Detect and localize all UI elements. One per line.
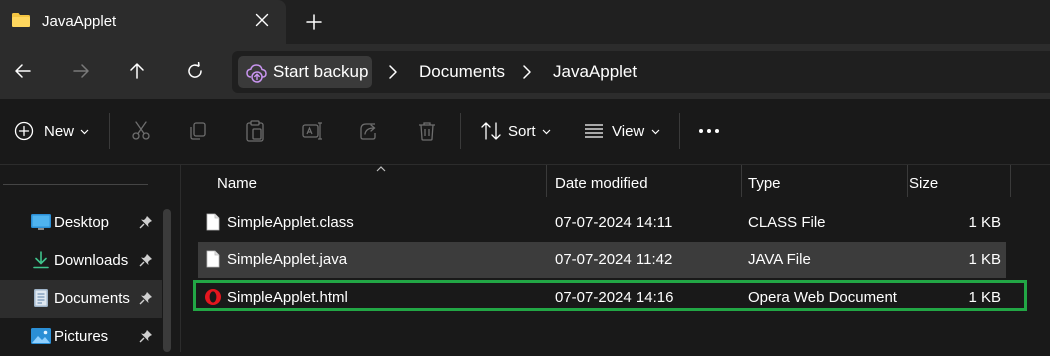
new-button[interactable]: New <box>8 113 94 149</box>
start-backup-label: Start backup <box>273 62 369 81</box>
refresh-button[interactable] <box>178 54 212 88</box>
file-list-header: Name Date modified Type Size <box>198 165 1050 202</box>
cut-button[interactable] <box>124 113 158 149</box>
sidebar-item-pictures[interactable]: Pictures <box>0 318 162 356</box>
copy-button[interactable] <box>181 113 215 149</box>
column-header-date[interactable]: Date modified <box>536 165 741 202</box>
sort-label: Sort <box>508 123 536 140</box>
more-options-button[interactable] <box>692 113 726 149</box>
pin-icon <box>139 216 152 229</box>
start-backup-button[interactable]: Start backup <box>238 56 372 88</box>
folder-icon <box>12 13 30 27</box>
plus-icon <box>306 14 322 30</box>
rename-icon <box>302 122 322 140</box>
file-date: 07-07-2024 11:42 <box>555 251 673 268</box>
sidebar-item-desktop[interactable]: Desktop <box>0 204 162 242</box>
file-date: 07-07-2024 14:11 <box>555 214 673 231</box>
file-size: 1 KB <box>968 251 1001 268</box>
chevron-down-icon <box>651 129 660 135</box>
delete-button[interactable] <box>410 113 444 149</box>
view-button[interactable]: View <box>578 113 664 149</box>
rename-button[interactable] <box>295 113 329 149</box>
breadcrumb-javaapplet[interactable]: JavaApplet <box>553 62 637 82</box>
tab-title: JavaApplet <box>42 13 117 30</box>
file-size: 1 KB <box>968 214 1001 231</box>
forward-button[interactable] <box>64 54 98 88</box>
paste-button[interactable] <box>238 113 272 149</box>
sidebar-item-label: Downloads <box>54 252 129 269</box>
sidebar-item-documents[interactable]: Documents <box>0 280 162 318</box>
cut-icon <box>132 121 150 140</box>
file-name: SimpleApplet.class <box>227 214 354 231</box>
sort-button[interactable]: Sort <box>474 113 560 149</box>
toolbar-divider <box>109 113 110 149</box>
documents-icon <box>34 289 48 307</box>
file-icon <box>206 213 220 231</box>
pin-icon <box>139 330 152 343</box>
file-row-simpleapplet-java[interactable]: SimpleApplet.java 07-07-2024 11:42 JAVA … <box>198 242 1006 278</box>
new-tab-button[interactable] <box>300 8 328 36</box>
up-button[interactable] <box>120 54 154 88</box>
file-row-simpleapplet-class[interactable]: SimpleApplet.class 07-07-2024 14:11 CLAS… <box>198 205 1006 241</box>
highlight-annotation-box <box>193 280 1027 311</box>
tab-javaapplet[interactable]: JavaApplet <box>0 0 286 44</box>
tab-close-button[interactable] <box>250 8 274 32</box>
desktop-icon <box>31 214 51 230</box>
arrow-right-icon <box>73 64 89 78</box>
plus-circle-icon <box>14 121 34 141</box>
sidebar-item-downloads[interactable]: Downloads <box>0 242 162 280</box>
column-header-name[interactable]: Name <box>198 165 546 202</box>
navigation-pane-scrollbar[interactable] <box>163 209 171 352</box>
chevron-down-icon <box>542 129 551 135</box>
navigation-pane: Desktop Downloads Documents Pictures <box>0 165 181 352</box>
column-header-label: Name <box>217 175 258 192</box>
column-header-label: Date modified <box>555 175 648 192</box>
column-divider[interactable] <box>1010 165 1011 197</box>
column-header-size[interactable]: Size <box>890 165 1010 202</box>
column-header-type[interactable]: Type <box>729 165 907 202</box>
refresh-icon <box>188 62 202 78</box>
pane-divider <box>3 184 148 185</box>
file-name: SimpleApplet.java <box>227 251 348 268</box>
breadcrumb-documents[interactable]: Documents <box>419 62 505 82</box>
pin-icon <box>139 254 152 267</box>
file-type: JAVA File <box>748 251 811 268</box>
pin-icon <box>139 292 152 305</box>
view-label: View <box>612 123 645 140</box>
pictures-icon <box>31 328 51 344</box>
sidebar-item-label: Pictures <box>54 328 109 345</box>
title-bar: JavaApplet <box>0 0 1050 44</box>
delete-icon <box>419 122 435 141</box>
more-icon <box>699 129 719 133</box>
paste-icon <box>246 120 264 142</box>
view-list-icon <box>585 124 603 138</box>
sidebar-item-label: Desktop <box>54 214 110 231</box>
address-bar[interactable]: Start backup Documents JavaApplet <box>232 51 1050 93</box>
share-button[interactable] <box>352 113 386 149</box>
download-icon <box>33 251 49 269</box>
new-label: New <box>44 123 75 140</box>
cloud-backup-icon <box>246 64 267 83</box>
file-type: CLASS File <box>748 214 826 231</box>
toolbar-divider <box>679 113 680 149</box>
copy-icon <box>190 122 206 140</box>
sidebar-item-label: Documents <box>54 290 130 307</box>
toolbar-divider <box>460 113 461 149</box>
arrow-left-icon <box>15 64 31 78</box>
navigation-bar: Start backup Documents JavaApplet <box>0 44 1050 99</box>
file-icon <box>206 250 220 268</box>
command-bar: New Sort View <box>0 99 1050 165</box>
chevron-down-icon <box>80 129 89 135</box>
share-icon <box>360 123 376 140</box>
column-header-label: Type <box>748 175 781 192</box>
chevron-right-icon <box>523 65 531 79</box>
sort-icon <box>481 122 501 140</box>
close-icon <box>255 13 269 27</box>
chevron-right-icon <box>389 65 397 79</box>
column-header-label: Size <box>909 175 939 192</box>
arrow-up-icon <box>130 63 144 79</box>
back-button[interactable] <box>6 54 40 88</box>
